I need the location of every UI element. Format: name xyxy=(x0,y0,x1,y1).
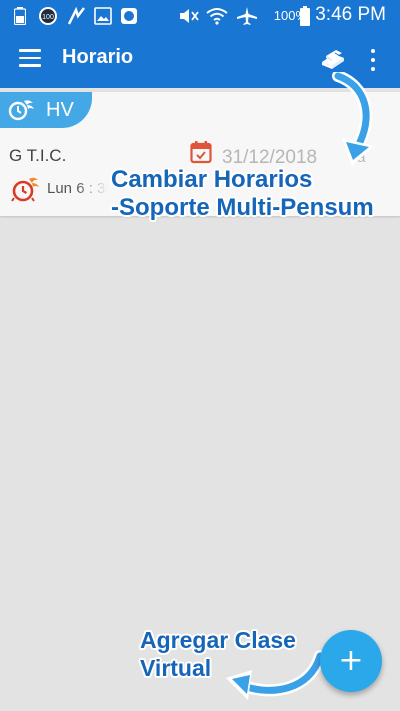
menu-icon[interactable] xyxy=(19,49,41,67)
change-schedule-book-icon[interactable] xyxy=(318,44,348,74)
curved-arrow-top-icon xyxy=(332,72,374,166)
page-title: Horario xyxy=(62,46,134,68)
circle-app-icon xyxy=(120,6,138,26)
calendar-icon xyxy=(190,140,212,169)
overflow-menu-icon[interactable] xyxy=(366,46,380,74)
hv-badge: HV xyxy=(0,92,92,128)
mute-icon xyxy=(178,6,200,26)
add-class-fab[interactable]: + xyxy=(320,630,382,692)
plus-icon: + xyxy=(338,643,364,678)
badge-100-icon: 100 xyxy=(38,6,58,26)
course-name: G T.I.C. xyxy=(9,146,67,165)
clock-badge-icon xyxy=(8,100,34,121)
app-k-icon xyxy=(66,6,86,26)
curved-arrow-bottom-icon xyxy=(226,650,326,700)
schedule-fade xyxy=(76,176,116,202)
battery-icon xyxy=(300,6,310,26)
battery-small-icon xyxy=(14,6,26,26)
annotation-line: -Soporte Multi-Pensum xyxy=(111,194,374,221)
clock: 3:46 PM xyxy=(315,4,386,25)
annotation-change-schedules: Cambiar Horarios -Soporte Multi-Pensum xyxy=(111,166,374,222)
badge-label: HV xyxy=(46,99,74,121)
wifi-icon xyxy=(206,6,228,26)
status-bar: 100 100% 3:46 PM xyxy=(0,0,400,32)
image-icon xyxy=(94,6,112,26)
airplane-icon xyxy=(236,6,258,26)
annotation-line: Cambiar Horarios xyxy=(111,166,313,193)
alarm-clock-icon xyxy=(10,174,40,209)
svg-text:100: 100 xyxy=(42,14,54,21)
